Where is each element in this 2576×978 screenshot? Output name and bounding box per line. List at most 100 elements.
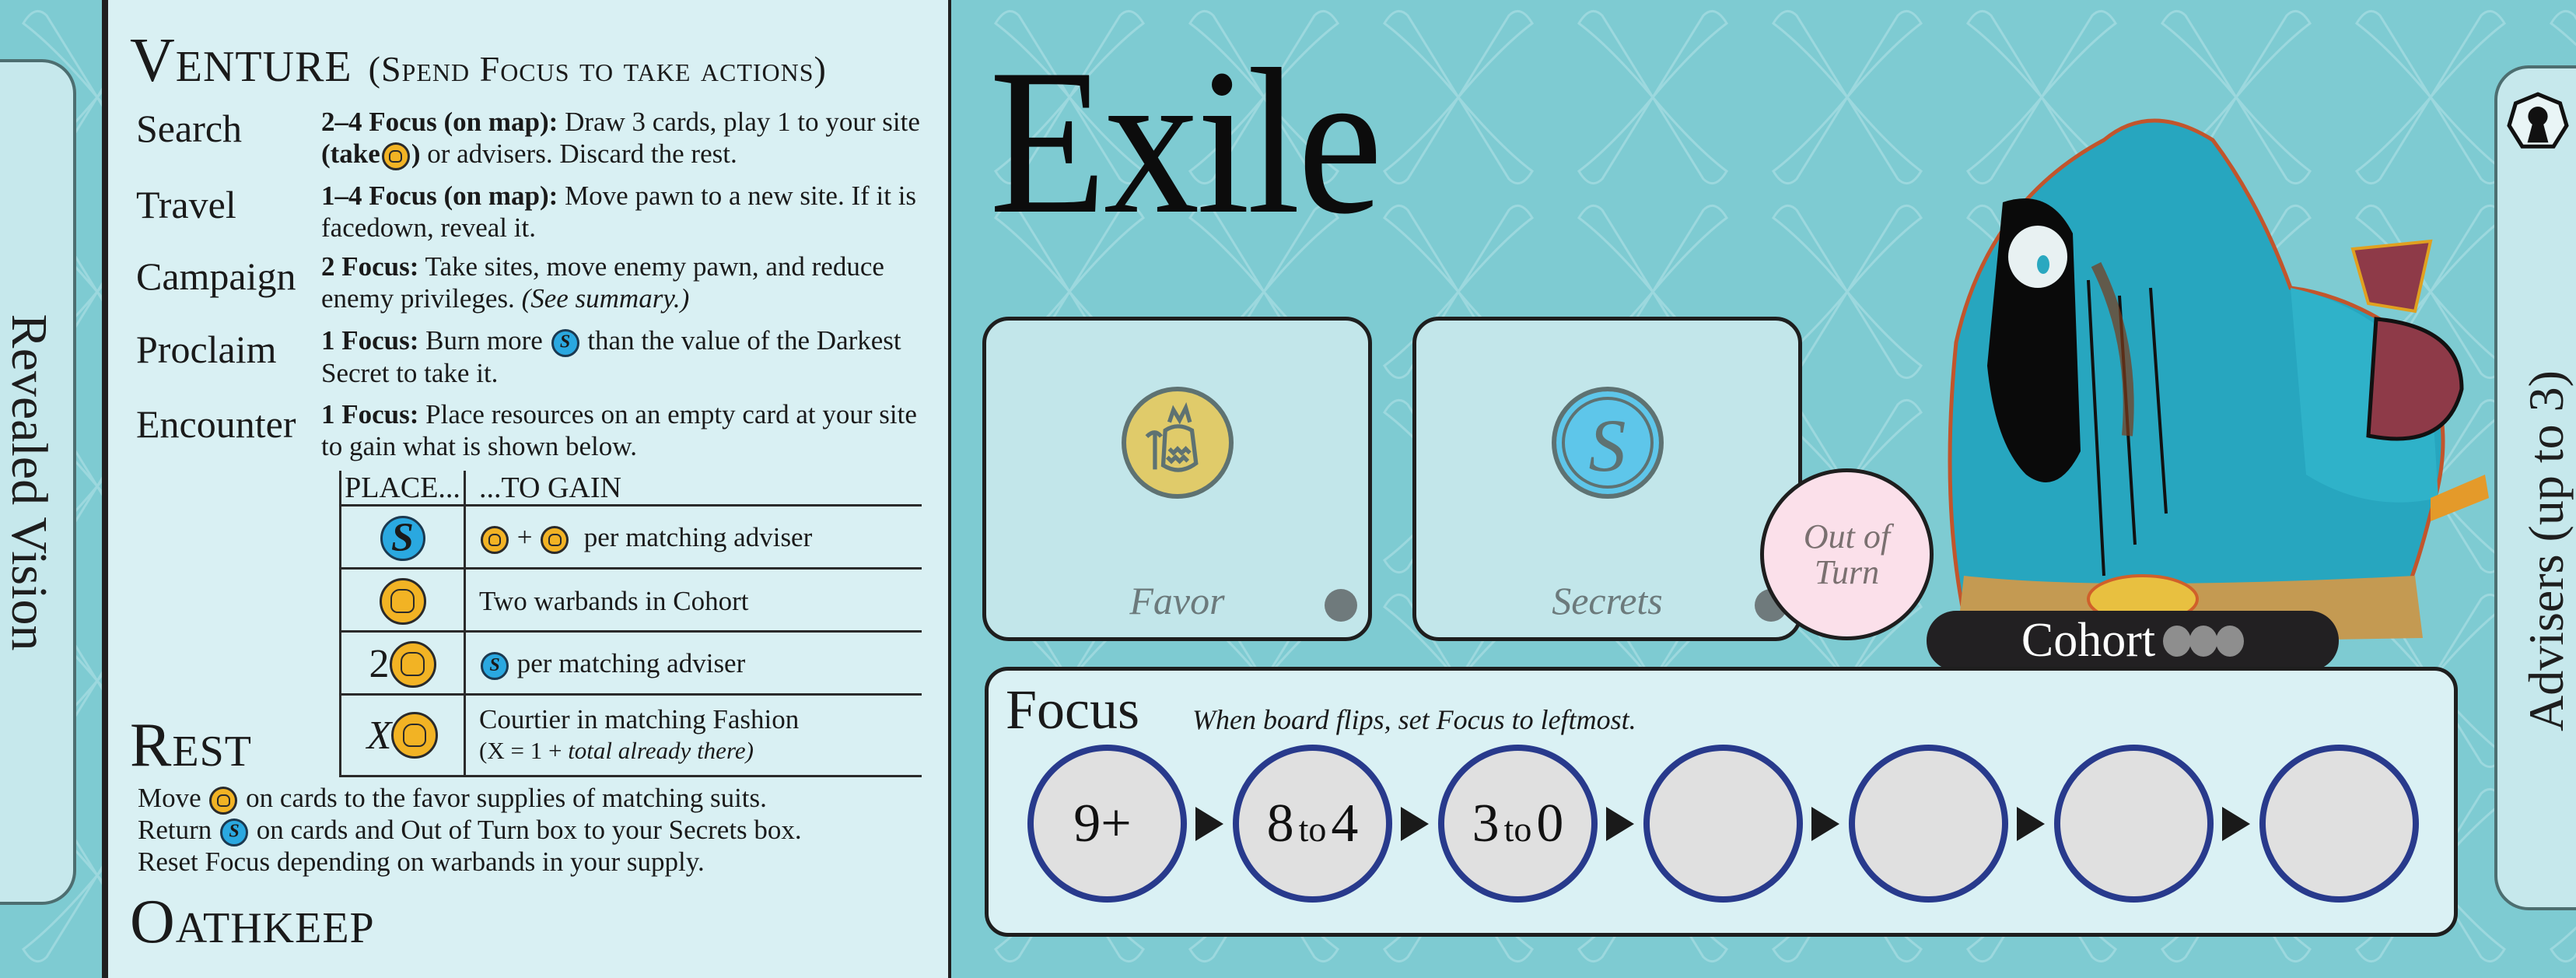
table-header-place: PLACE... xyxy=(339,471,466,504)
action-proclaim-name: Proclaim xyxy=(136,328,277,371)
favor-supply-box[interactable]: Favor xyxy=(982,317,1372,641)
focus-slot[interactable] xyxy=(1849,745,2008,903)
venture-heading: VENTURE (Spend Focus to take actions) xyxy=(130,30,827,92)
action-text: or advisers. Discard the rest. xyxy=(420,138,737,169)
secret-icon: S xyxy=(1551,387,1664,499)
rest-text: on cards to the favor supplies of matchi… xyxy=(239,783,767,813)
venture-subheading: (Spend Focus to take actions) xyxy=(368,49,827,89)
pawn-icon xyxy=(2507,92,2569,149)
action-text: Draw 3 cards, play 1 to your site xyxy=(558,107,920,137)
cohort-banner[interactable]: Cohort xyxy=(1927,611,2339,671)
arrow-right-icon xyxy=(1195,807,1223,841)
oathkeep-heading-initial: O xyxy=(130,888,176,956)
focus-hint: When board flips, set Focus to leftmost. xyxy=(1192,704,1636,735)
focus-slot[interactable]: 9+ xyxy=(1027,745,1187,903)
focus-slot-separator: to xyxy=(1503,809,1532,849)
gain-text: Two warbands in Cohort xyxy=(479,585,749,616)
table-cell-gain: Two warbands in Cohort xyxy=(479,570,749,633)
table-row: 2 per matching adviser xyxy=(339,630,922,696)
out-of-turn-label: Out of Turn xyxy=(1804,518,1890,591)
focus-slot[interactable] xyxy=(2054,745,2214,903)
rest-heading-initial: R xyxy=(130,711,173,780)
action-text: Burn more xyxy=(418,325,550,356)
favor-emblem-icon xyxy=(1145,401,1199,472)
secrets-label: Secrets xyxy=(1552,579,1663,622)
action-search-desc: 2–4 Focus (on map): Draw 3 cards, play 1… xyxy=(321,106,943,170)
table-cell-place xyxy=(339,570,466,633)
table-cell-place xyxy=(339,507,466,570)
favor-icon xyxy=(381,142,410,170)
exile-character-illustration xyxy=(1948,118,2489,646)
favor-label: Favor xyxy=(1129,579,1225,622)
rest-text: Reset Focus depending on warbands in you… xyxy=(138,847,705,877)
rest-line: Return on cards and Out of Turn box to y… xyxy=(138,814,802,847)
focus-slot[interactable] xyxy=(1643,745,1803,903)
secret-glyph: S xyxy=(1588,404,1626,487)
gain-text: per matching adviser xyxy=(516,648,746,679)
rules-panel: VENTURE (Spend Focus to take actions) Se… xyxy=(102,0,951,978)
secret-icon xyxy=(551,328,579,357)
advisers-tab[interactable]: Advisers (up to 3) xyxy=(2494,65,2576,910)
rest-heading: REST xyxy=(130,714,252,776)
cohort-slot[interactable] xyxy=(2216,625,2245,657)
focus-slot[interactable]: 8 to 4 xyxy=(1233,745,1392,903)
arrow-right-icon xyxy=(1811,807,1839,841)
action-bold: (take xyxy=(321,138,380,169)
favor-marker-dot xyxy=(1325,589,1357,622)
table-row: Two warbands in Cohort xyxy=(339,567,922,633)
favor-icon xyxy=(209,786,238,815)
advisers-label: Advisers (up to 3) xyxy=(2518,370,2574,731)
focus-title: Focus xyxy=(1006,678,1140,741)
rest-text: Return xyxy=(138,815,219,845)
gain-text: per matching adviser xyxy=(583,522,813,553)
focus-slot[interactable]: 3 to 0 xyxy=(1438,745,1598,903)
favor-icon xyxy=(541,525,569,554)
action-campaign-name: Campaign xyxy=(136,254,296,298)
action-proclaim-desc: 1 Focus: Burn more than the value of the… xyxy=(321,324,943,389)
table-row: X Courtier in matching Fashion (X = 1 + … xyxy=(339,693,922,777)
arrow-right-icon xyxy=(1401,807,1429,841)
action-note: (See summary.) xyxy=(521,283,690,314)
action-cost: 2 Focus: xyxy=(321,251,419,282)
secrets-supply-box[interactable]: S Secrets xyxy=(1412,317,1802,641)
focus-slot-value: 3 xyxy=(1472,793,1500,854)
table-cell-gain: per matching adviser xyxy=(479,633,745,696)
cohort-label: Cohort xyxy=(2021,614,2156,667)
action-campaign-desc: 2 Focus: Take sites, move enemy pawn, an… xyxy=(321,251,943,314)
rest-text: on cards and Out of Turn box to your Sec… xyxy=(250,815,802,845)
gain-text: Courtier in matching Fashion xyxy=(479,704,800,734)
action-search-name: Search xyxy=(136,107,243,150)
cohort-slots xyxy=(2163,625,2245,657)
focus-slot-value: 4 xyxy=(1331,793,1359,854)
action-encounter-name: Encounter xyxy=(136,402,296,446)
focus-slot[interactable] xyxy=(2259,745,2419,903)
rest-heading-rest: EST xyxy=(172,727,252,776)
out-of-turn-box[interactable]: Out of Turn xyxy=(1760,468,1934,640)
action-travel-name: Travel xyxy=(136,183,236,226)
rest-line: Reset Focus depending on warbands in you… xyxy=(138,846,705,878)
favor-icon xyxy=(379,577,426,625)
rest-text: Move xyxy=(138,783,208,813)
arrow-right-icon xyxy=(2017,807,2045,841)
revealed-vision-tab[interactable]: Revealed Vision xyxy=(0,59,76,905)
focus-slot-value: 0 xyxy=(1536,793,1564,854)
cohort-slot[interactable] xyxy=(2189,625,2218,657)
place-count: X xyxy=(366,713,392,758)
table-cell-gain: + per matching adviser xyxy=(479,507,812,570)
table-header-gain: ...TO GAIN xyxy=(479,471,621,504)
focus-slot-value: 8 xyxy=(1266,793,1294,854)
out-of-turn-line: Turn xyxy=(1814,552,1880,591)
focus-track: Focus When board flips, set Focus to lef… xyxy=(985,667,2458,937)
faction-title: Exile xyxy=(989,26,1383,257)
venture-heading-rest: ENTURE xyxy=(175,43,352,91)
venture-heading-initial: V xyxy=(130,26,176,95)
action-encounter-desc: 1 Focus: Place resources on an empty car… xyxy=(321,398,943,462)
cohort-slot[interactable] xyxy=(2163,625,2192,657)
action-cost: 1–4 Focus (on map): xyxy=(321,181,558,211)
action-travel-desc: 1–4 Focus (on map): Move pawn to a new s… xyxy=(321,180,943,244)
action-cost: 1 Focus: xyxy=(321,325,419,356)
oathkeep-heading-rest: ATHKEEP xyxy=(175,904,375,952)
table-cell-place: 2 xyxy=(339,633,466,696)
secret-icon xyxy=(481,651,509,680)
table-header-row: PLACE... ...TO GAIN xyxy=(339,471,922,504)
